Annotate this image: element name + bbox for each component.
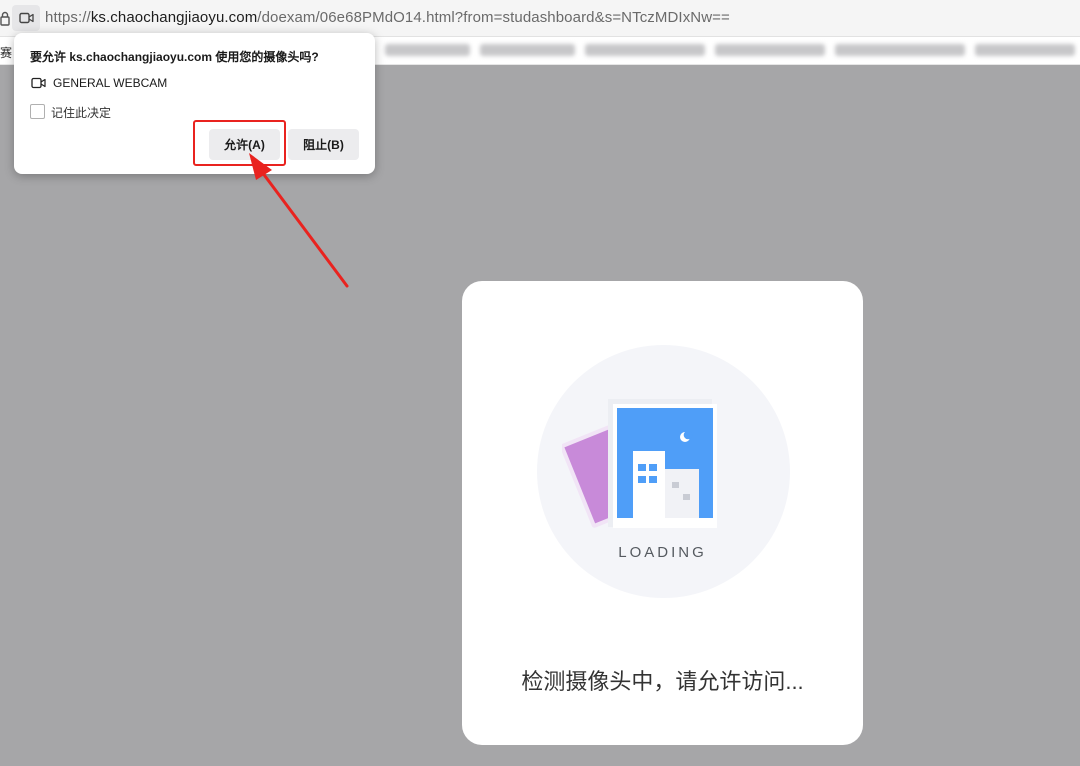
blurred-bookmark[interactable] bbox=[585, 44, 705, 56]
url-domain: ks.chaochangjiaoyu.com bbox=[90, 9, 258, 26]
loading-label: LOADING bbox=[618, 544, 707, 561]
blurred-bookmark[interactable] bbox=[835, 44, 965, 56]
loading-illustration-icon bbox=[562, 399, 717, 528]
webcam-device-name: GENERAL WEBCAM bbox=[53, 76, 168, 90]
camera-status-message: 检测摄像头中，请允许访问... bbox=[521, 669, 804, 694]
blurred-bookmark[interactable] bbox=[385, 44, 470, 56]
webcam-icon bbox=[31, 77, 46, 89]
remember-decision-label[interactable]: 记住此决定 bbox=[51, 104, 111, 121]
blurred-bookmark[interactable] bbox=[975, 44, 1075, 56]
blurred-bookmark[interactable] bbox=[715, 44, 825, 56]
lock-icon[interactable] bbox=[0, 11, 10, 26]
camera-check-card: LOADING 检测摄像头中，请允许访问... bbox=[462, 281, 863, 745]
url-prefix: https:// bbox=[45, 9, 91, 26]
camera-permission-button[interactable] bbox=[12, 5, 40, 31]
url-path: /doexam/06e68PMdO14.html?from=studashboa… bbox=[257, 9, 730, 26]
blurred-bookmark[interactable] bbox=[480, 44, 575, 56]
address-bar[interactable]: https://ks.chaochangjiaoyu.com/doexam/06… bbox=[0, 0, 1080, 37]
camera-icon bbox=[19, 12, 34, 24]
url-text[interactable]: https://ks.chaochangjiaoyu.com/doexam/06… bbox=[45, 9, 730, 26]
block-button[interactable]: 阻止(B) bbox=[288, 129, 359, 160]
remember-decision-checkbox[interactable] bbox=[30, 104, 45, 119]
annotation-highlight-box bbox=[193, 120, 286, 166]
bookmark-label[interactable]: 赛 bbox=[0, 44, 12, 61]
permission-title: 要允许 ks.chaochangjiaoyu.com 使用您的摄像头吗? bbox=[30, 50, 319, 64]
